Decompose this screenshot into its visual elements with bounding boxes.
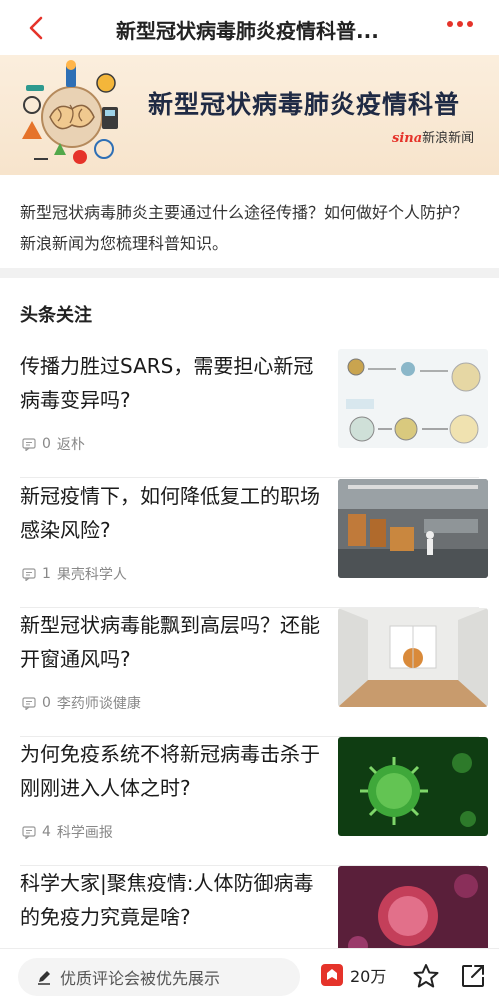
comment-count: 1 xyxy=(42,566,51,582)
comment-icon xyxy=(22,437,36,451)
news-item[interactable]: 为何免疫系统不将新冠病毒击杀于刚刚进入人体之时? 4 科学画报 xyxy=(0,737,499,866)
comment-input[interactable]: 优质评论会被优先展示 xyxy=(18,958,300,996)
news-meta: 0 李药师谈健康 xyxy=(22,693,141,713)
pencil-icon xyxy=(38,971,50,985)
news-source: 科学画报 xyxy=(56,825,113,841)
comment-count: 0 xyxy=(42,695,51,711)
section-divider xyxy=(0,268,499,278)
comment-placeholder: 优质评论会被优先展示 xyxy=(60,969,221,988)
comment-icon xyxy=(22,567,36,581)
section-title: 头条关注 xyxy=(20,305,92,326)
topic-banner: 新型冠状病毒肺炎疫情科普 sina新浪新闻 xyxy=(0,55,499,175)
comment-count: 4 xyxy=(42,824,51,840)
news-item[interactable]: 传播力胜过SARS，需要担心新冠病毒变异吗? 0 返朴 xyxy=(0,349,499,478)
comments-button[interactable]: 20万 xyxy=(320,963,386,987)
news-thumbnail[interactable] xyxy=(338,608,488,707)
more-dots-icon[interactable] xyxy=(447,21,477,33)
news-headline[interactable]: 新冠疫情下，如何降低复工的职场感染风险? xyxy=(20,479,320,547)
news-item[interactable]: 新型冠状病毒能飘到高层吗？还能开窗通风吗? 0 李药师谈健康 xyxy=(0,608,499,737)
news-source: 返朴 xyxy=(56,437,85,453)
news-headline[interactable]: 科学大家|聚焦疫情:人体防御病毒的免疫力究竟是啥? xyxy=(20,866,320,934)
science-brain-illustration xyxy=(22,60,118,164)
banner-title: 新型冠状病毒肺炎疫情科普 xyxy=(148,90,461,119)
page-title: 新型冠状病毒肺炎疫情科普... xyxy=(116,19,379,43)
news-meta: 1 果壳科学人 xyxy=(22,564,127,584)
news-thumbnail[interactable] xyxy=(338,349,488,448)
news-source: 李药师谈健康 xyxy=(56,696,141,712)
news-headline[interactable]: 新型冠状病毒能飘到高层吗？还能开窗通风吗? xyxy=(20,608,320,676)
news-thumbnail[interactable] xyxy=(338,737,488,836)
news-meta: 0 返朴 xyxy=(22,434,85,454)
news-source: 果壳科学人 xyxy=(56,567,127,583)
news-thumbnail[interactable] xyxy=(338,479,488,578)
comment-icon xyxy=(22,825,36,839)
news-meta: 4 科学画报 xyxy=(22,822,113,842)
row-divider xyxy=(20,477,479,478)
news-item[interactable]: 新冠疫情下，如何降低复工的职场感染风险? 1 果壳科学人 xyxy=(0,479,499,608)
comment-total: 20万 xyxy=(350,967,387,986)
news-headline[interactable]: 传播力胜过SARS，需要担心新冠病毒变异吗? xyxy=(20,349,320,417)
share-icon[interactable] xyxy=(460,963,486,989)
comment-badge-icon xyxy=(321,964,343,986)
chevron-left-icon[interactable] xyxy=(22,14,50,42)
news-headline[interactable]: 为何免疫系统不将新冠病毒击杀于刚刚进入人体之时? xyxy=(20,737,320,805)
comment-icon xyxy=(22,696,36,710)
topic-description-card: 新型冠状病毒肺炎主要通过什么途径传播？如何做好个人防护？新浪新闻为您梳理科普知识… xyxy=(0,175,499,268)
comment-count: 0 xyxy=(42,436,51,452)
bottom-action-bar: 优质评论会被优先展示 20万 xyxy=(0,948,499,1007)
star-icon[interactable] xyxy=(412,962,440,990)
top-nav-bar: 新型冠状病毒肺炎疫情科普... xyxy=(0,0,499,55)
topic-description: 新型冠状病毒肺炎主要通过什么途径传播？如何做好个人防护？新浪新闻为您梳理科普知识… xyxy=(20,203,469,253)
sina-news-logo: sina新浪新闻 xyxy=(392,131,475,146)
